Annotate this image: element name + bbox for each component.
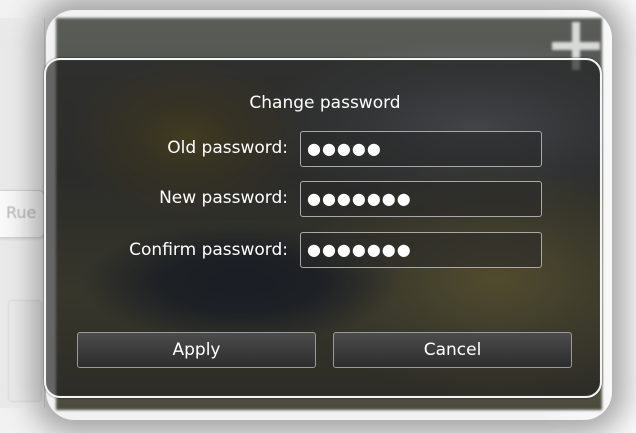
left-panel-tab-label: Rue bbox=[6, 203, 37, 222]
left-panel-control[interactable] bbox=[8, 300, 42, 402]
confirm-password-field[interactable]: ●●●●●●● bbox=[300, 232, 542, 268]
new-password-field[interactable]: ●●●●●●● bbox=[300, 181, 542, 217]
left-panel-tab[interactable]: Rue bbox=[0, 190, 45, 238]
change-password-dialog: Change password Old password: ●●●●● New … bbox=[44, 58, 602, 398]
old-password-field[interactable]: ●●●●● bbox=[300, 131, 542, 167]
app-window: Rue Change password Old password: ●●●●● … bbox=[0, 0, 636, 433]
cancel-button[interactable]: Cancel bbox=[333, 332, 572, 368]
confirm-password-label: Confirm password: bbox=[129, 240, 288, 260]
new-password-label: New password: bbox=[159, 188, 288, 208]
old-password-label: Old password: bbox=[167, 138, 288, 158]
dialog-title: Change password bbox=[249, 93, 401, 113]
apply-button[interactable]: Apply bbox=[77, 332, 316, 368]
